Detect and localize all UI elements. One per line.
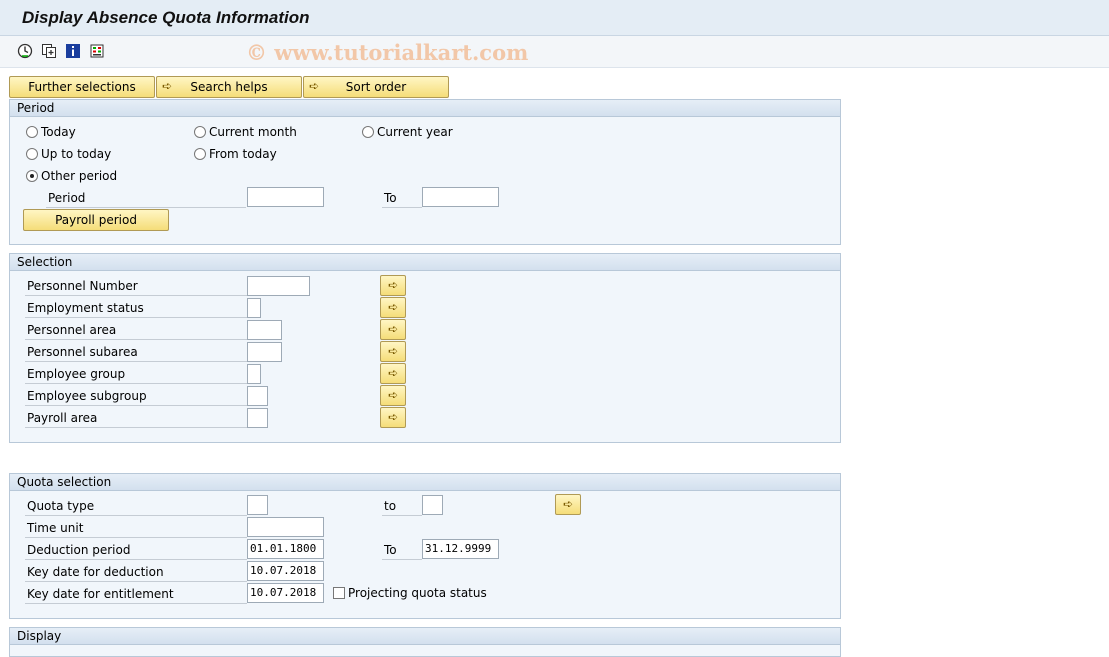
watermark: © www.tutorialkart.com [246, 40, 529, 65]
employee-group-multiple-selection-button[interactable]: ➪ [380, 363, 406, 384]
current-year-label: Current year [377, 125, 453, 139]
title-bar: Display Absence Quota Information [0, 0, 1109, 36]
from-today-radio[interactable] [194, 148, 206, 160]
deduction-to-field[interactable]: 31.12.9999 [422, 539, 499, 559]
personnel-area-multiple-selection-button[interactable]: ➪ [380, 319, 406, 340]
time-unit-field[interactable] [247, 517, 324, 537]
up-to-today-radio[interactable] [26, 148, 38, 160]
key-date-deduction-field[interactable]: 10.07.2018 [247, 561, 324, 581]
employment-status-field[interactable] [247, 298, 261, 318]
personnel-number-label: Personnel Number [25, 277, 247, 296]
period-header: Period [10, 100, 840, 117]
payroll-period-button[interactable]: Payroll period [23, 209, 169, 231]
personnel-number-multiple-selection-button[interactable]: ➪ [380, 275, 406, 296]
projecting-quota-status-checkbox[interactable] [333, 587, 345, 599]
employee-subgroup-multiple-selection-button[interactable]: ➪ [380, 385, 406, 406]
quota-selection-section: Quota selection Quota type to ➪ Time uni… [9, 473, 841, 619]
employee-subgroup-label: Employee subgroup [25, 387, 247, 406]
personnel-number-field[interactable] [247, 276, 310, 296]
display-section: Display [9, 627, 841, 657]
deduction-from-field[interactable]: 01.01.1800 [247, 539, 324, 559]
today-radio[interactable] [26, 126, 38, 138]
payroll-area-label: Payroll area [25, 409, 247, 428]
employee-group-field[interactable] [247, 364, 261, 384]
current-year-radio[interactable] [362, 126, 374, 138]
deduction-period-label: Deduction period [25, 541, 247, 560]
employee-group-label: Employee group [25, 365, 247, 384]
sort-order-button[interactable]: ➪ Sort order [303, 76, 449, 98]
quota-type-to-field[interactable] [422, 495, 443, 515]
key-date-deduction-label: Key date for deduction [25, 563, 247, 582]
payroll-area-multiple-selection-button[interactable]: ➪ [380, 407, 406, 428]
search-helps-label: Search helps [190, 80, 268, 94]
current-month-label: Current month [209, 125, 297, 139]
execute-icon[interactable] [16, 42, 34, 60]
personnel-area-field[interactable] [247, 320, 282, 340]
other-period-label: Other period [41, 169, 118, 183]
personnel-subarea-field[interactable] [247, 342, 282, 362]
selection-header: Selection [10, 254, 840, 271]
quota-type-to-label: to [382, 497, 422, 516]
up-to-today-label: Up to today [41, 147, 112, 161]
employment-status-multiple-selection-button[interactable]: ➪ [380, 297, 406, 318]
employee-subgroup-field[interactable] [247, 386, 268, 406]
copy-icon[interactable] [40, 42, 58, 60]
arrow-right-icon: ➪ [162, 79, 173, 93]
period-label: Period [46, 189, 246, 208]
today-label: Today [41, 125, 76, 139]
deduction-to-label: To [382, 541, 422, 560]
from-today-label: From today [209, 147, 277, 161]
application-toolbar: © www.tutorialkart.com [0, 36, 1109, 68]
payroll-area-field[interactable] [247, 408, 268, 428]
quota-type-label: Quota type [25, 497, 247, 516]
page-title: Display Absence Quota Information [22, 8, 310, 27]
further-selections-button[interactable]: Further selections [9, 76, 155, 98]
quota-type-multiple-selection-button[interactable]: ➪ [555, 494, 581, 515]
key-date-entitlement-label: Key date for entitlement [25, 585, 247, 604]
period-section: Period Today Current month Current year … [9, 99, 841, 245]
selection-section: Selection Personnel Number ➪ Employment … [9, 253, 841, 443]
selection-options-icon[interactable] [88, 42, 106, 60]
period-to-field[interactable] [422, 187, 499, 207]
quota-type-from-field[interactable] [247, 495, 268, 515]
projecting-quota-status-label: Projecting quota status [348, 586, 487, 600]
arrow-right-icon: ➪ [309, 79, 320, 93]
period-to-label: To [382, 189, 422, 208]
period-from-field[interactable] [247, 187, 324, 207]
employment-status-label: Employment status [25, 299, 247, 318]
key-date-entitlement-field[interactable]: 10.07.2018 [247, 583, 324, 603]
personnel-subarea-multiple-selection-button[interactable]: ➪ [380, 341, 406, 362]
search-helps-button[interactable]: ➪ Search helps [156, 76, 302, 98]
payroll-period-label: Payroll period [55, 213, 137, 227]
further-selections-label: Further selections [28, 80, 136, 94]
info-icon[interactable] [64, 42, 82, 60]
personnel-subarea-label: Personnel subarea [25, 343, 247, 362]
sort-order-label: Sort order [345, 80, 407, 94]
current-month-radio[interactable] [194, 126, 206, 138]
display-header: Display [10, 628, 840, 645]
other-period-radio[interactable] [26, 170, 38, 182]
personnel-area-label: Personnel area [25, 321, 247, 340]
time-unit-label: Time unit [25, 519, 247, 538]
quota-selection-header: Quota selection [10, 474, 840, 491]
